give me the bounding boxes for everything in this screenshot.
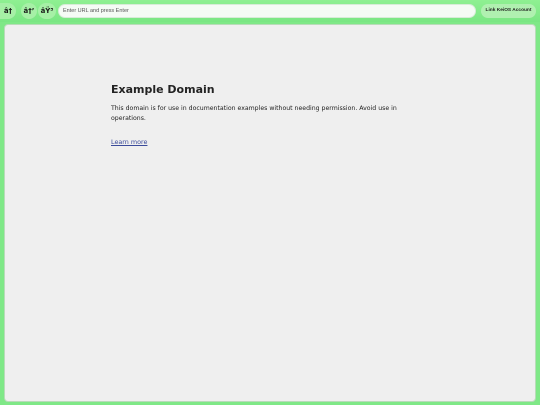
reload-button[interactable]: âŸ³: [38, 3, 56, 19]
url-input[interactable]: [58, 4, 476, 18]
web-content-frame: Example Domain This domain is for use in…: [4, 24, 536, 402]
browser-toolbar: â† â†’ âŸ³ Link KeiOS Account: [0, 0, 540, 22]
page-paragraph: This domain is for use in documentation …: [111, 105, 397, 122]
page-body: Example Domain This domain is for use in…: [111, 83, 411, 148]
page-title: Example Domain: [111, 83, 215, 96]
back-button[interactable]: â†: [0, 3, 16, 19]
learn-more-link[interactable]: Learn more: [111, 138, 147, 146]
forward-button[interactable]: â†’: [21, 3, 37, 19]
link-account-button[interactable]: Link KeiOS Account: [481, 4, 536, 18]
